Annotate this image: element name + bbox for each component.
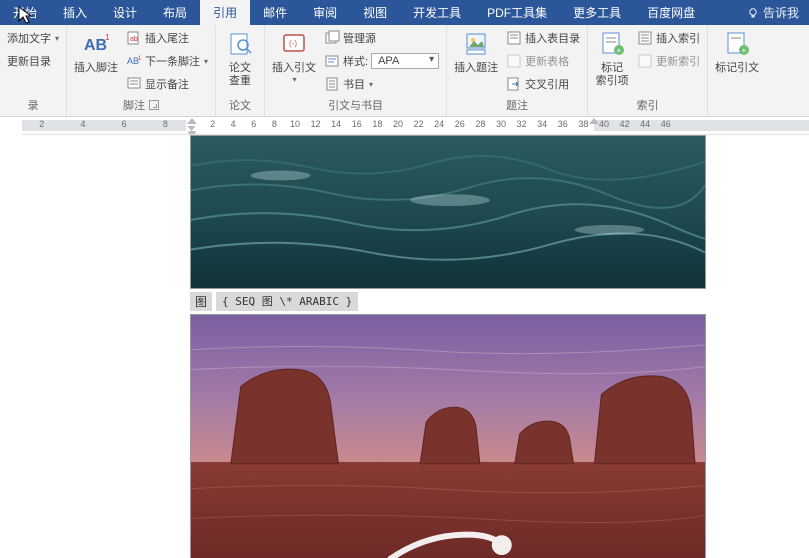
group-toc: 添加文字▾ 更新目录 录 (0, 25, 67, 116)
bulb-icon (747, 7, 759, 19)
add-text-button[interactable]: 添加文字▾ (4, 27, 62, 49)
manage-sources-icon (324, 30, 340, 46)
insert-footnote-button[interactable]: AB1 插入脚注 (71, 27, 121, 95)
show-notes-icon (126, 76, 142, 92)
tab-home[interactable]: 开始 (0, 0, 50, 25)
insert-index-icon (637, 30, 653, 46)
tab-insert[interactable]: 插入 (50, 0, 100, 25)
update-toc-button[interactable]: 更新目录 (4, 50, 62, 72)
style-icon (324, 53, 340, 69)
tell-me-label: 告诉我 (763, 4, 799, 21)
caption-label: 图 (190, 292, 212, 311)
citation-icon: (-) (279, 30, 309, 60)
footnote-icon: AB1 (81, 30, 111, 60)
group-captions-label: 题注 (451, 95, 583, 116)
svg-text:1: 1 (138, 56, 142, 62)
hanging-indent[interactable] (188, 126, 197, 134)
insert-tof-button[interactable]: 插入表目录 (503, 27, 583, 49)
manage-sources-button[interactable]: 管理源 (321, 27, 442, 49)
group-research-label: 论文 (220, 95, 260, 116)
tof-icon (506, 30, 522, 46)
group-toa: + 标记引文 (708, 25, 766, 116)
update-table-button[interactable]: 更新表格 (503, 50, 583, 72)
tell-me[interactable]: 告诉我 (737, 4, 809, 21)
tab-layout[interactable]: 布局 (150, 0, 200, 25)
image-ocean[interactable] (190, 135, 706, 289)
caption-field[interactable]: 图 { SEQ 图 \* ARABIC } (190, 292, 782, 311)
svg-text:1: 1 (105, 33, 110, 42)
insert-endnote-button[interactable]: ab插入尾注 (123, 27, 211, 49)
footnotes-launcher[interactable] (149, 100, 159, 110)
ribbon-tabs: 开始 插入 设计 布局 引用 邮件 审阅 视图 开发工具 PDF工具集 更多工具… (0, 0, 809, 25)
field-code: { SEQ 图 \* ARABIC } (216, 292, 358, 311)
tab-developer[interactable]: 开发工具 (400, 0, 474, 25)
right-indent[interactable] (589, 118, 599, 124)
tab-review[interactable]: 审阅 (300, 0, 350, 25)
style-value[interactable]: APA (371, 53, 439, 69)
insert-citation-button[interactable]: (-) 插入引文▾ (269, 27, 319, 95)
svg-text:AB: AB (84, 37, 107, 54)
magnify-doc-icon (225, 30, 255, 60)
group-toc-label: 录 (4, 95, 62, 116)
page: 图 { SEQ 图 \* ARABIC } (82, 135, 782, 558)
citation-style-select[interactable]: 样式:APA (321, 50, 442, 72)
group-captions: 插入题注 插入表目录 更新表格 交叉引用 题注 (447, 25, 588, 116)
bibliography-button[interactable]: 书目▾ (321, 73, 442, 95)
horizontal-ruler[interactable]: 8642246810121416182022242628303234363840… (0, 117, 809, 135)
insert-caption-button[interactable]: 插入题注 (451, 27, 501, 95)
document-area[interactable]: 图 { SEQ 图 \* ARABIC } (22, 135, 809, 558)
tab-mailings[interactable]: 邮件 (250, 0, 300, 25)
cross-ref-button[interactable]: 交叉引用 (503, 73, 583, 95)
group-citations: (-) 插入引文▾ 管理源 样式:APA 书目▾ 引文与书目 (265, 25, 447, 116)
update-table-icon (506, 53, 522, 69)
mark-entry-icon: + (597, 30, 627, 60)
group-footnotes: AB1 插入脚注 ab插入尾注 AB1下一条脚注▾ 显示备注 脚注 (67, 25, 216, 116)
ribbon: 添加文字▾ 更新目录 录 AB1 插入脚注 ab插入尾注 AB1下一条脚注▾ 显… (0, 25, 809, 117)
paper-check-button[interactable]: 论文 查重 (220, 27, 260, 95)
svg-text:ab: ab (130, 36, 138, 43)
group-index-label: 索引 (592, 95, 703, 116)
group-index: + 标记 索引项 插入索引 更新索引 索引 (588, 25, 708, 116)
update-index-button[interactable]: 更新索引 (634, 50, 703, 72)
group-citations-label: 引文与书目 (269, 95, 442, 116)
svg-text:(-): (-) (289, 39, 297, 48)
mark-entry-button[interactable]: + 标记 索引项 (592, 27, 632, 95)
update-index-icon (637, 53, 653, 69)
next-footnote-icon: AB1 (126, 53, 142, 69)
endnote-icon: ab (126, 30, 142, 46)
group-footnotes-label: 脚注 (123, 97, 145, 113)
first-line-indent[interactable] (187, 118, 197, 124)
svg-text:+: + (617, 46, 622, 55)
cross-ref-icon (506, 76, 522, 92)
tab-design[interactable]: 设计 (100, 0, 150, 25)
bibliography-icon (324, 76, 340, 92)
image-desert[interactable] (190, 314, 706, 558)
tab-references[interactable]: 引用 (200, 0, 250, 25)
show-notes-button[interactable]: 显示备注 (123, 73, 211, 95)
vertical-ruler[interactable] (0, 117, 22, 558)
mark-citation-icon: + (722, 30, 752, 60)
svg-text:+: + (742, 46, 747, 55)
tab-view[interactable]: 视图 (350, 0, 400, 25)
insert-index-button[interactable]: 插入索引 (634, 27, 703, 49)
caption-icon (461, 30, 491, 60)
mark-citation-button[interactable]: + 标记引文 (712, 27, 762, 99)
group-research: 论文 查重 论文 (216, 25, 265, 116)
tab-baidu[interactable]: 百度网盘 (634, 0, 708, 25)
tab-pdf[interactable]: PDF工具集 (474, 0, 560, 25)
next-footnote-button[interactable]: AB1下一条脚注▾ (123, 50, 211, 72)
tab-more[interactable]: 更多工具 (560, 0, 634, 25)
